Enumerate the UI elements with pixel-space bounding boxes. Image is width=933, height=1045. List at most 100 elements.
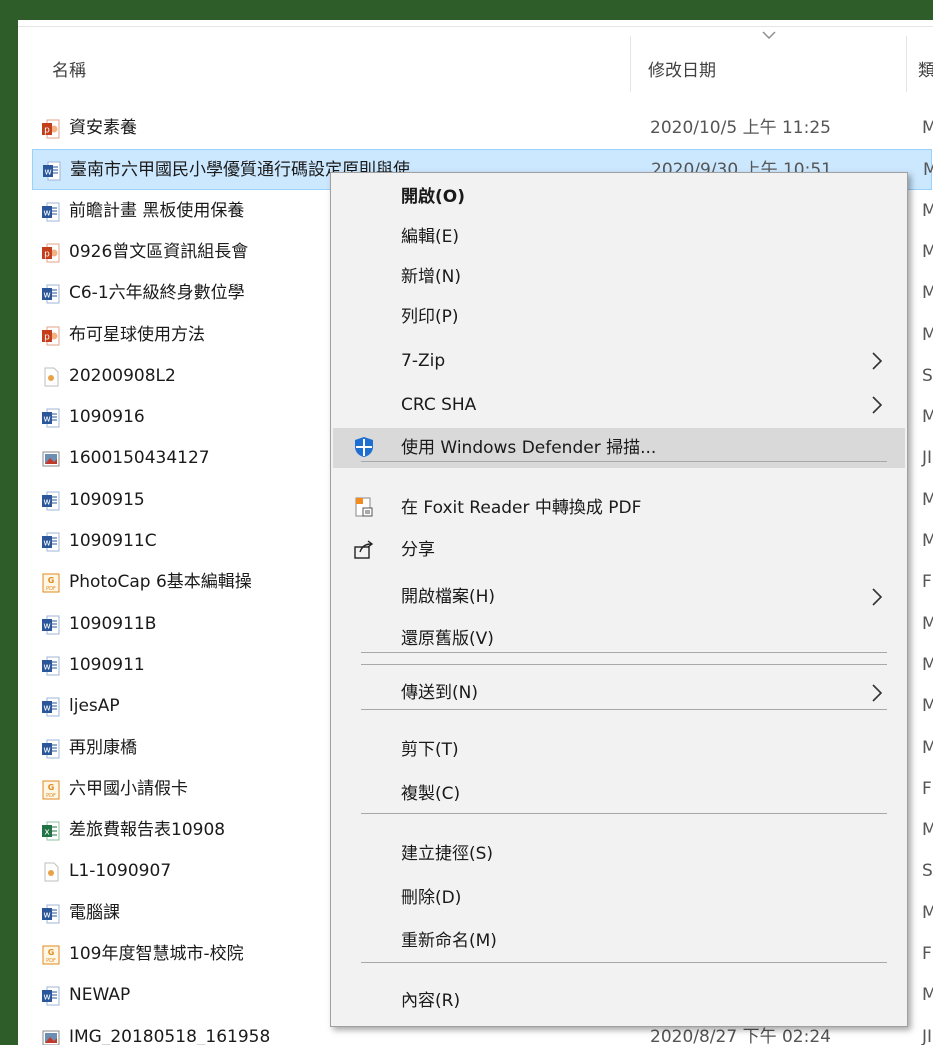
file-name: 1090916 <box>69 407 145 428</box>
menu-item[interactable]: 重新命名(M) <box>333 921 905 961</box>
file-name: 電腦課 <box>69 902 120 923</box>
file-modified-date: 2020/10/5 上午 11:25 <box>650 118 831 138</box>
file-type: F <box>922 572 932 593</box>
window-frame-left <box>0 0 18 1045</box>
file-name: 0926曾文區資訊組長會 <box>69 241 249 262</box>
menu-item-label: 7-Zip <box>401 351 446 371</box>
menu-item[interactable]: 內容(R) <box>333 981 905 1021</box>
svg-text:x: x <box>44 828 50 838</box>
menu-item[interactable]: 開啟檔案(H) <box>333 577 905 617</box>
pdf-icon: G PDF <box>42 945 60 965</box>
column-separator[interactable] <box>906 36 907 92</box>
column-header-type[interactable]: 類 <box>918 48 933 88</box>
menu-item[interactable]: 剪下(T) <box>333 730 905 770</box>
file-type: M <box>922 613 933 634</box>
panel-top-border <box>18 20 933 27</box>
word-icon: w <box>43 161 61 181</box>
menu-separator <box>361 664 887 665</box>
file-type: JI <box>922 448 933 469</box>
file-name: 109年度智慧城市-校院 <box>69 944 244 964</box>
svg-text:w: w <box>43 415 50 425</box>
menu-item-label: 編輯(E) <box>401 227 460 247</box>
submenu-chevron-right-icon <box>872 588 883 606</box>
file-name: ljesAP <box>69 696 120 717</box>
menu-separator <box>361 709 887 710</box>
column-header-name[interactable]: 名稱 <box>52 48 86 88</box>
menu-item-label: 還原舊版(V) <box>401 629 494 649</box>
file-name: NEWAP <box>69 985 131 1006</box>
svg-text:w: w <box>43 539 50 549</box>
file-type: M <box>922 324 933 345</box>
column-header-modified[interactable]: 修改日期 <box>648 48 716 88</box>
file-type: F <box>922 944 932 964</box>
file-type: M <box>922 531 933 551</box>
menu-item[interactable]: 刪除(D) <box>333 878 905 918</box>
menu-item[interactable]: 編輯(E) <box>333 217 905 257</box>
menu-item[interactable]: 建立捷徑(S) <box>333 834 905 874</box>
svg-text:G: G <box>48 948 55 957</box>
file-type: M <box>922 407 933 428</box>
menu-item[interactable]: 分享 <box>333 530 905 570</box>
ppt-icon: p <box>42 326 60 346</box>
menu-item[interactable]: 使用 Windows Defender 掃描... <box>333 428 905 468</box>
file-type: M <box>922 696 933 717</box>
foxit-pdf-icon <box>353 496 375 518</box>
menu-item[interactable]: 在 Foxit Reader 中轉換成 PDF <box>333 488 905 528</box>
svg-text:w: w <box>43 704 50 714</box>
menu-item[interactable]: 開啟(O) <box>333 177 905 217</box>
word-icon: w <box>42 202 60 222</box>
svg-text:w: w <box>43 291 50 301</box>
windows-defender-shield-icon <box>353 436 375 458</box>
file-name: IMG_20180518_161958 <box>69 1026 271 1045</box>
file-type: M <box>922 820 933 841</box>
file-name: PhotoCap 6基本編輯操 <box>69 572 252 593</box>
menu-item-label: 內容(R) <box>401 991 461 1011</box>
svg-text:w: w <box>43 745 50 755</box>
menu-item-label: 新增(N) <box>401 267 461 287</box>
word-icon: w <box>42 739 60 759</box>
svg-text:w: w <box>43 993 50 1003</box>
menu-item-label: 列印(P) <box>401 307 459 327</box>
window-frame-top <box>0 0 933 20</box>
svg-text:G: G <box>48 783 55 792</box>
svg-text:PDF: PDF <box>46 586 56 592</box>
file-name: 差旅費報告表10908 <box>69 820 226 841</box>
menu-item-label: 刪除(D) <box>401 888 462 908</box>
menu-item[interactable]: CRC SHA <box>333 385 905 425</box>
menu-separator <box>361 652 887 653</box>
menu-item[interactable]: 傳送到(N) <box>333 673 905 713</box>
file-type: M <box>922 737 933 758</box>
menu-separator <box>361 461 887 462</box>
menu-item[interactable]: 新增(N) <box>333 257 905 297</box>
menu-item[interactable]: 7-Zip <box>333 341 905 381</box>
menu-item[interactable]: 列印(P) <box>333 297 905 337</box>
svg-text:w: w <box>43 208 50 218</box>
pdf-icon: G PDF <box>42 573 60 593</box>
file-name: 1090915 <box>69 489 145 510</box>
sort-chevron-icon <box>762 31 776 39</box>
word-icon: w <box>42 491 60 511</box>
excel-icon: x <box>42 821 60 841</box>
menu-item[interactable]: 還原舊版(V) <box>333 619 905 659</box>
file-name: C6-1六年級終身數位學 <box>69 283 245 304</box>
svg-text:w: w <box>43 662 50 672</box>
word-icon: w <box>42 408 60 428</box>
menu-separator <box>361 962 887 963</box>
word-icon: w <box>42 697 60 717</box>
menu-separator <box>361 813 887 814</box>
submenu-chevron-right-icon <box>872 352 883 370</box>
menu-item-label: 分享 <box>401 540 435 560</box>
menu-item[interactable]: 複製(C) <box>333 774 905 814</box>
file-row[interactable]: p 資安素養 2020/10/5 上午 11:25 M <box>32 108 933 149</box>
menu-item-label: 建立捷徑(S) <box>401 844 494 864</box>
word-icon: w <box>42 284 60 304</box>
word-icon: w <box>42 615 60 635</box>
menu-item-label: 使用 Windows Defender 掃描... <box>401 438 657 458</box>
file-type: M <box>922 283 933 304</box>
word-icon: w <box>42 532 60 552</box>
column-separator[interactable] <box>630 36 631 92</box>
svg-text:PDF: PDF <box>46 793 56 799</box>
menu-item-label: 複製(C) <box>401 784 461 804</box>
file-name: 再別康橋 <box>69 737 137 758</box>
file-type: S <box>922 365 933 386</box>
